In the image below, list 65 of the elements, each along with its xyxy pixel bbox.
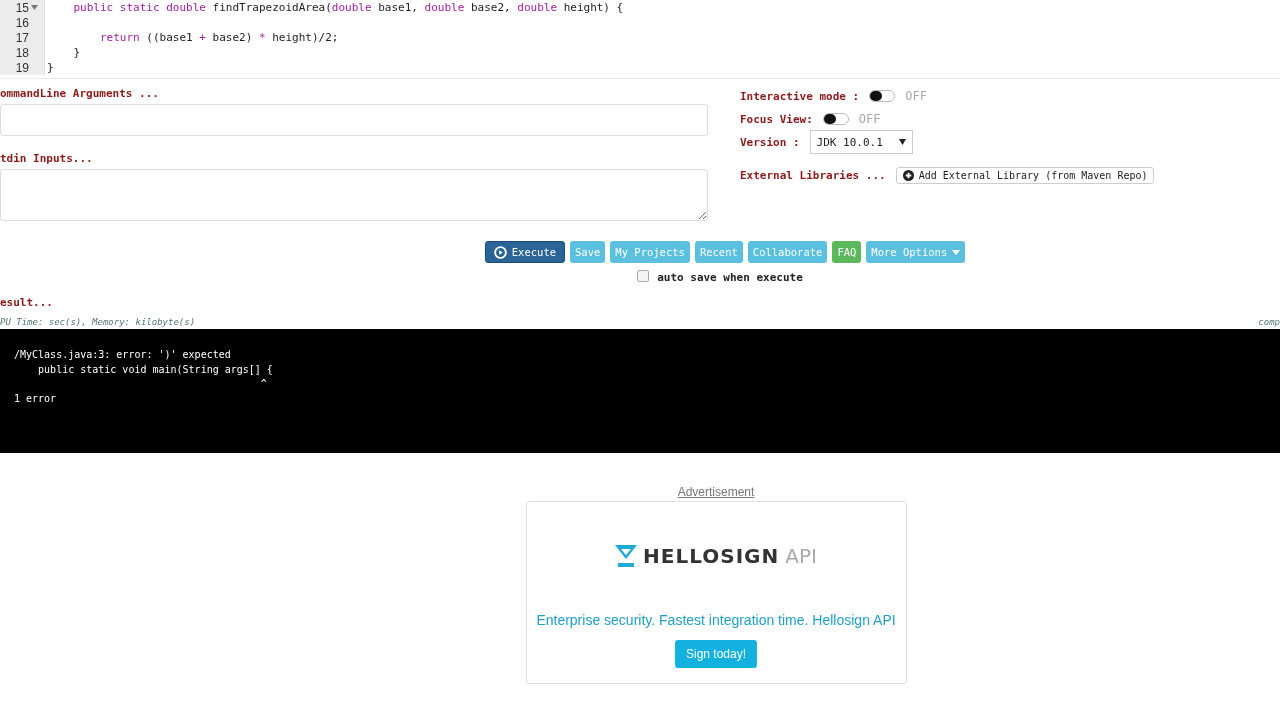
action-button[interactable]: More Options: [866, 241, 966, 263]
side-note: comp: [1258, 317, 1280, 327]
stats-text: PU Time: sec(s), Memory: kilobyte(s): [0, 317, 196, 327]
toggle-state: OFF: [905, 89, 927, 103]
checkbox-label: auto save when execute: [657, 271, 803, 284]
toggle-switch[interactable]: [822, 113, 849, 125]
code-token: base1: [159, 31, 194, 44]
code-token: double: [424, 1, 465, 14]
action-button[interactable]: Recent: [694, 241, 743, 263]
field-label: tdin Inputs...: [0, 152, 94, 165]
code-token: double: [331, 1, 372, 14]
brand-name: HELLOSIGN: [643, 544, 780, 568]
line-number: 18: [15, 45, 29, 60]
line-number: 15: [15, 0, 29, 15]
code-token: ((: [145, 31, 160, 44]
option-label: Focus View:: [740, 112, 813, 126]
line-number: 17: [15, 30, 29, 45]
code-token: public static double: [72, 1, 206, 14]
plus-circle-icon: [902, 169, 914, 181]
action-button[interactable]: FAQ: [832, 241, 862, 263]
code-token: base2): [211, 31, 254, 44]
code-token: 2: [325, 31, 332, 44]
option-label: Interactive mode :: [740, 89, 860, 103]
field-label: ommandLine Arguments ...: [0, 87, 160, 100]
brand-suffix: API: [785, 544, 817, 568]
arguments-input-field[interactable]: [0, 104, 708, 136]
output-line: /MyClass.java:3: error: ')' expected: [14, 349, 232, 362]
fold-caret-icon[interactable]: [31, 5, 38, 10]
checkbox[interactable]: [637, 269, 650, 282]
ad-tagline: Enterprise security. Fastest integration time. Hellosign API: [536, 612, 896, 628]
result-label: esult...: [0, 296, 54, 309]
caret-icon: [952, 249, 961, 255]
code-token: +: [199, 31, 206, 44]
option-label: External Libraries ...: [740, 168, 886, 182]
action-button[interactable]: Save: [570, 241, 606, 263]
sign-up-button[interactable]: Sign today!: [674, 640, 757, 668]
output-line: ^: [259, 378, 268, 391]
dropdown-caret-icon: [898, 139, 906, 145]
play-circle-icon: [493, 245, 507, 259]
code-token: return: [98, 31, 140, 44]
code-token: base2,: [469, 1, 512, 14]
line-number: 16: [15, 15, 29, 30]
toggle-switch[interactable]: [869, 90, 896, 102]
code-token: height) {: [562, 1, 624, 14]
code-token: *: [258, 31, 266, 44]
line-number: 19: [15, 60, 29, 75]
action-button[interactable]: My Projects: [610, 241, 690, 263]
output-line: 1 error: [14, 392, 58, 406]
logo-icon: [615, 545, 638, 567]
code-token: base1,: [377, 1, 419, 14]
code-token: }: [72, 46, 81, 59]
stdin-input-field[interactable]: [0, 169, 708, 221]
add-library-button[interactable]: Add External Library (from Maven Repo): [895, 166, 1155, 184]
code-token: ;: [331, 31, 339, 44]
toggle-state: OFF: [858, 112, 881, 126]
code-token: findTrapezoidArea(: [211, 1, 332, 14]
code-token: double: [517, 1, 557, 14]
ad-caption: Advertisement: [677, 485, 755, 499]
version-select[interactable]: JDK 10.0.1: [809, 130, 913, 154]
action-button[interactable]: Collaborate: [747, 241, 828, 263]
action-button[interactable]: Execute: [484, 241, 566, 263]
output-line: public static void main(String args[] {: [37, 363, 274, 377]
code-token: height)/: [271, 31, 326, 44]
code-token: }: [47, 61, 54, 74]
option-label: Version :: [740, 135, 800, 149]
